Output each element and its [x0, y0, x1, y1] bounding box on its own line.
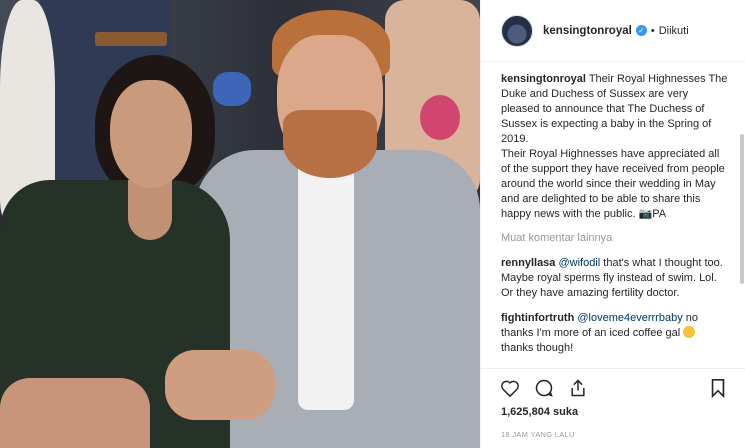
comment-username[interactable]: rennyllasa	[501, 257, 555, 269]
follow-button[interactable]: Diikuti	[659, 25, 689, 37]
comments-section[interactable]: kensingtonroyal Their Royal Highnesses T…	[481, 62, 745, 368]
header-separator: •	[650, 24, 655, 37]
caption-username[interactable]: kensingtonroyal	[501, 73, 586, 85]
load-more-comments[interactable]: Muat komentar lainnya	[501, 232, 729, 244]
share-icon[interactable]	[567, 377, 589, 399]
caption: kensingtonroyal Their Royal Highnesses T…	[501, 72, 729, 222]
post-photo[interactable]	[0, 0, 480, 448]
verified-icon: ✓	[635, 25, 647, 36]
bookmark-icon[interactable]	[707, 377, 729, 399]
post-timestamp[interactable]: 18 JAM YANG LALU	[481, 424, 745, 448]
comment-item: fightinfortruth @loveme4everrrbaby no th…	[501, 311, 729, 356]
comment-text-suffix: thanks though!	[501, 342, 574, 354]
heart-icon[interactable]	[499, 377, 521, 399]
avatar[interactable]	[501, 14, 533, 47]
comment-mention[interactable]: @loveme4everrrbaby	[577, 312, 682, 324]
action-bar	[481, 368, 745, 406]
smile-emoji-icon	[683, 326, 696, 338]
post-header: kensingtonroyal ✓ • Diikuti	[481, 0, 745, 62]
header-username[interactable]: kensingtonroyal	[543, 25, 632, 37]
like-count[interactable]: 1,625,804 suka	[481, 406, 745, 424]
comment-item: rennyllasa @wifodil that's what I though…	[501, 256, 729, 301]
caption-text-2: Their Royal Highnesses have appreciated …	[501, 148, 725, 220]
scrollbar[interactable]	[740, 134, 744, 284]
post-sidebar: kensingtonroyal ✓ • Diikuti kensingtonro…	[480, 0, 745, 448]
comment-mention[interactable]: @wifodil	[558, 257, 600, 269]
comment-icon[interactable]	[533, 377, 555, 399]
comment-username[interactable]: fightinfortruth	[501, 312, 574, 324]
